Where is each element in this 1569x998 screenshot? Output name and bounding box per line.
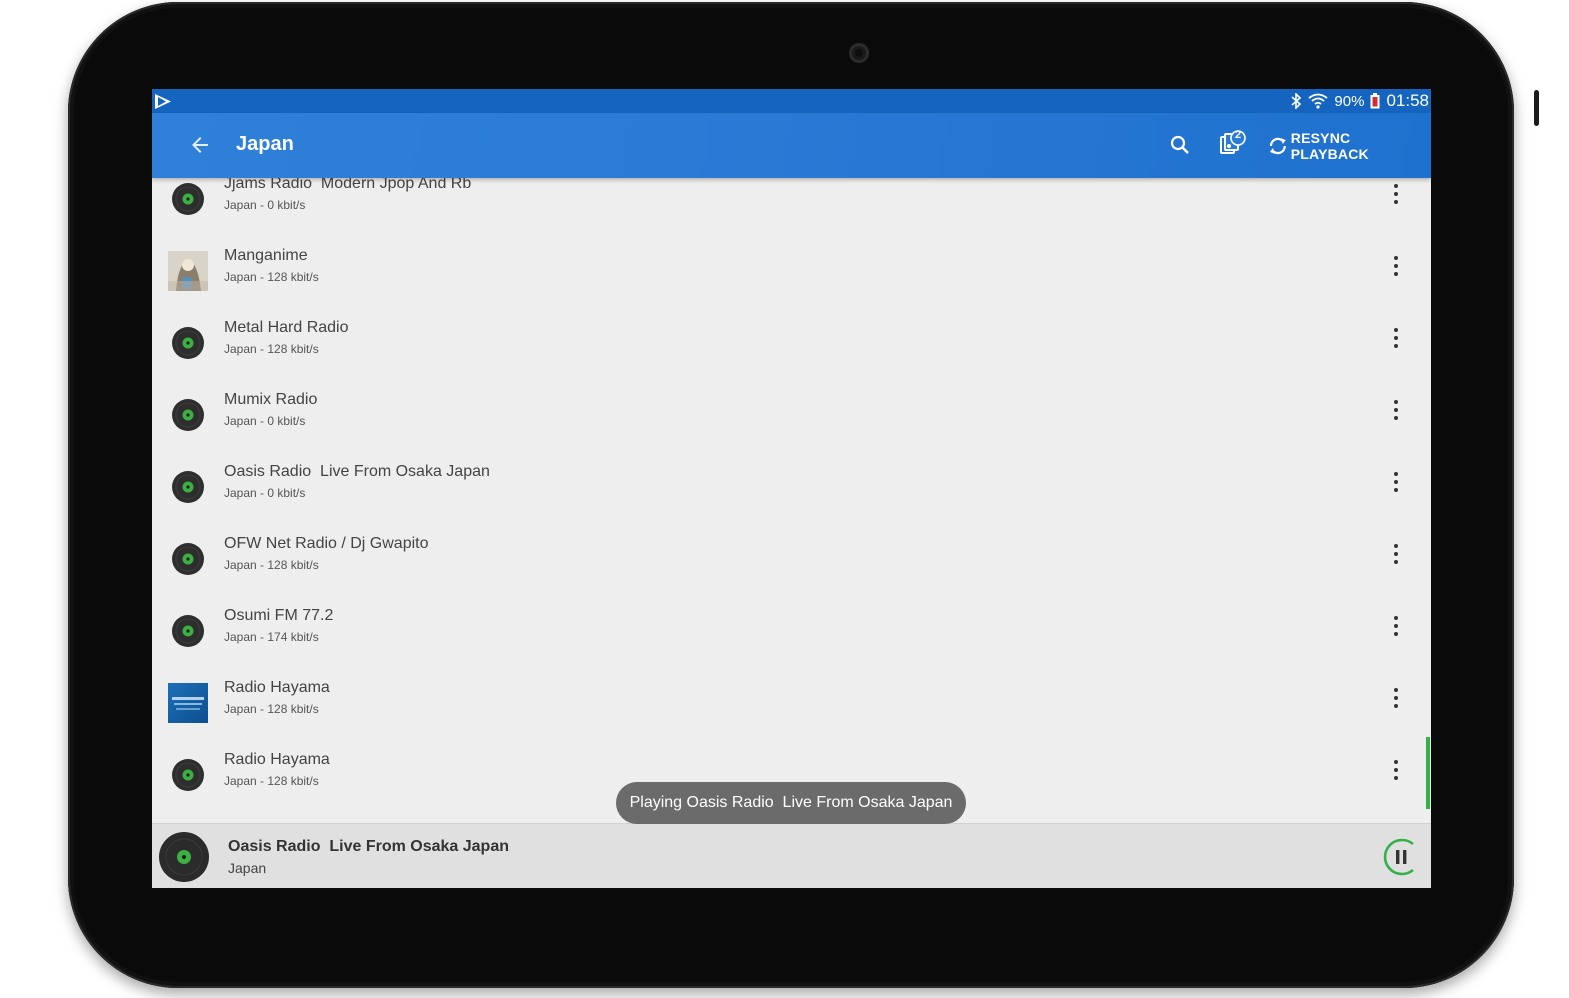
station-row[interactable]: Radio Hayama Japan - 128 kbit/s — [152, 670, 1431, 742]
station-meta: Japan - 128 kbit/s — [224, 270, 319, 284]
station-name: Osumi FM 77.2 — [224, 607, 334, 624]
more-options-icon[interactable] — [1388, 614, 1404, 638]
station-meta: Japan - 0 kbit/s — [224, 414, 306, 428]
bluetooth-icon — [1291, 93, 1302, 109]
back-arrow-icon[interactable] — [188, 133, 212, 157]
battery-percent: 90% — [1334, 92, 1365, 110]
wifi-icon — [1308, 93, 1328, 109]
play-store-icon — [155, 94, 171, 109]
vinyl-record-icon — [172, 615, 204, 647]
search-icon[interactable] — [1168, 133, 1192, 157]
station-name: Mumix Radio — [224, 391, 318, 408]
sync-icon — [1269, 137, 1286, 155]
station-name: Manganime — [224, 247, 308, 264]
vinyl-record-icon — [172, 183, 204, 215]
station-artwork — [168, 683, 208, 723]
station-list: Jjams Radio Modern Jpop And Rb Japan - 0… — [152, 175, 1431, 823]
vinyl-record-icon — [172, 471, 204, 503]
station-name: Oasis Radio Live From Osaka Japan — [224, 463, 490, 480]
resync-label: RESYNC PLAYBACK — [1290, 130, 1369, 162]
station-meta: Japan - 0 kbit/s — [224, 486, 306, 500]
vinyl-record-icon — [172, 759, 204, 791]
app-screen: 90% 01:58 Japan 2 RESYNC PLAYBACK Jjams … — [152, 89, 1431, 888]
toast-message: Playing Oasis Radio Live From Osaka Japa… — [616, 782, 966, 824]
now-playing-title: Oasis Radio Live From Osaka Japan — [228, 838, 509, 855]
now-playing-subtitle: Japan — [228, 860, 267, 876]
more-options-icon[interactable] — [1388, 686, 1404, 710]
clock: 01:58 — [1386, 91, 1429, 110]
station-name: Radio Hayama — [224, 679, 330, 696]
station-row[interactable]: Osumi FM 77.2 Japan - 174 kbit/s — [152, 598, 1431, 670]
status-bar: 90% 01:58 — [152, 89, 1431, 113]
vinyl-record-icon — [172, 543, 204, 575]
camera — [849, 43, 869, 63]
more-options-icon[interactable] — [1388, 542, 1404, 566]
vinyl-record-icon — [172, 327, 204, 359]
more-options-icon[interactable] — [1388, 758, 1404, 782]
station-meta: Japan - 128 kbit/s — [224, 774, 319, 788]
resync-playback-button[interactable]: RESYNC PLAYBACK — [1267, 130, 1431, 162]
station-name: Radio Hayama — [224, 751, 330, 768]
more-options-icon[interactable] — [1388, 254, 1404, 278]
station-row[interactable]: OFW Net Radio / Dj Gwapito Japan - 128 k… — [152, 526, 1431, 598]
pause-icon[interactable] — [1380, 836, 1422, 878]
station-meta: Japan - 128 kbit/s — [224, 558, 319, 572]
station-row[interactable]: Metal Hard Radio Japan - 128 kbit/s — [152, 310, 1431, 382]
queue-count-badge: 2 — [1234, 129, 1242, 141]
station-meta: Japan - 174 kbit/s — [224, 630, 319, 644]
more-options-icon[interactable] — [1388, 398, 1404, 422]
vinyl-record-icon — [172, 399, 204, 431]
station-meta: Japan - 0 kbit/s — [224, 198, 306, 212]
power-button — [1534, 90, 1539, 126]
app-bar: Japan 2 RESYNC PLAYBACK — [152, 113, 1431, 178]
page-title: Japan — [236, 133, 294, 155]
station-artwork — [168, 251, 208, 291]
vinyl-record-icon — [159, 832, 209, 882]
status-icons: 90% 01:58 — [1290, 89, 1429, 113]
battery-icon — [1370, 93, 1380, 109]
scrollbar[interactable] — [1426, 737, 1430, 809]
station-row[interactable]: Oasis Radio Live From Osaka Japan Japan … — [152, 454, 1431, 526]
station-meta: Japan - 128 kbit/s — [224, 342, 319, 356]
station-row[interactable]: Manganime Japan - 128 kbit/s — [152, 238, 1431, 310]
now-playing-bar[interactable]: Oasis Radio Live From Osaka Japan Japan — [152, 823, 1431, 888]
more-options-icon[interactable] — [1388, 326, 1404, 350]
station-name: Metal Hard Radio — [224, 319, 349, 336]
station-meta: Japan - 128 kbit/s — [224, 702, 319, 716]
more-options-icon[interactable] — [1388, 182, 1404, 206]
queue-button[interactable]: 2 — [1218, 129, 1248, 159]
station-name: OFW Net Radio / Dj Gwapito — [224, 535, 429, 552]
station-row[interactable]: Mumix Radio Japan - 0 kbit/s — [152, 382, 1431, 454]
more-options-icon[interactable] — [1388, 470, 1404, 494]
